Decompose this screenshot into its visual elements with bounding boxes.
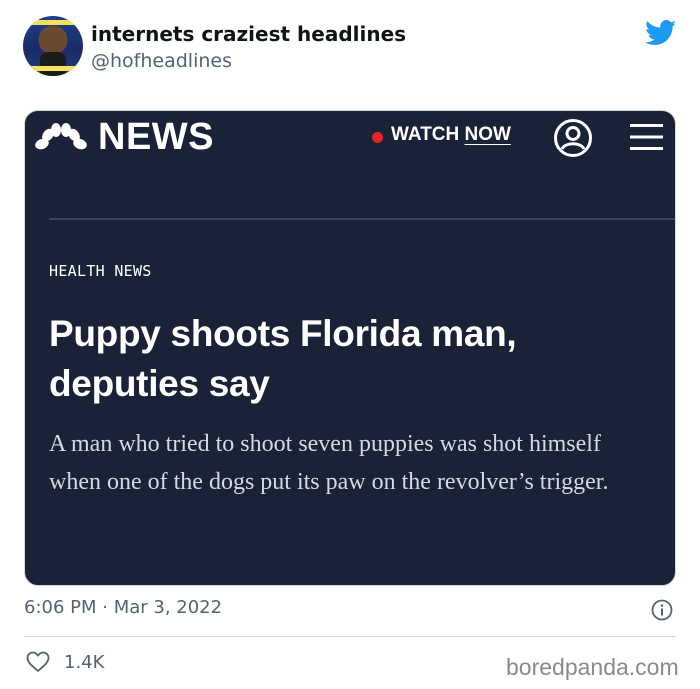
author-name[interactable]: internets craziest headlines — [91, 22, 406, 46]
author-handle[interactable]: @hofheadlines — [91, 50, 232, 72]
news-screenshot-card[interactable]: NEWS WATCH NOW HEALTH NEWS Puppy shoots … — [24, 110, 676, 586]
like-count[interactable]: 1.4K — [64, 652, 104, 673]
watch-label: WATCH — [391, 124, 460, 145]
header-divider — [49, 218, 675, 220]
footer-divider — [24, 636, 676, 637]
live-dot-icon — [372, 132, 383, 143]
avatar-banner — [31, 20, 75, 25]
info-icon[interactable] — [651, 599, 673, 621]
article-summary: A man who tried to shoot seven puppies w… — [49, 431, 609, 495]
user-account-icon[interactable] — [553, 118, 593, 158]
hamburger-menu-icon[interactable] — [630, 123, 663, 151]
avatar-figure — [40, 52, 66, 76]
watch-now-link[interactable]: WATCH NOW — [391, 124, 511, 146]
brand-wordmark[interactable]: NEWS — [98, 116, 214, 159]
heart-icon[interactable] — [26, 651, 50, 673]
twitter-bird-icon[interactable] — [645, 20, 677, 46]
now-label: NOW — [464, 124, 511, 145]
avatar[interactable] — [23, 16, 83, 76]
watermark: boredpanda.com — [506, 654, 679, 680]
tweet-timestamp[interactable]: 6:06 PM · Mar 3, 2022 — [24, 597, 222, 618]
peacock-logo-icon — [35, 123, 87, 152]
section-label[interactable]: HEALTH NEWS — [49, 262, 152, 280]
avatar-caption-bar — [29, 66, 77, 71]
article-headline[interactable]: Puppy shoots Florida man, deputies say — [49, 309, 649, 409]
